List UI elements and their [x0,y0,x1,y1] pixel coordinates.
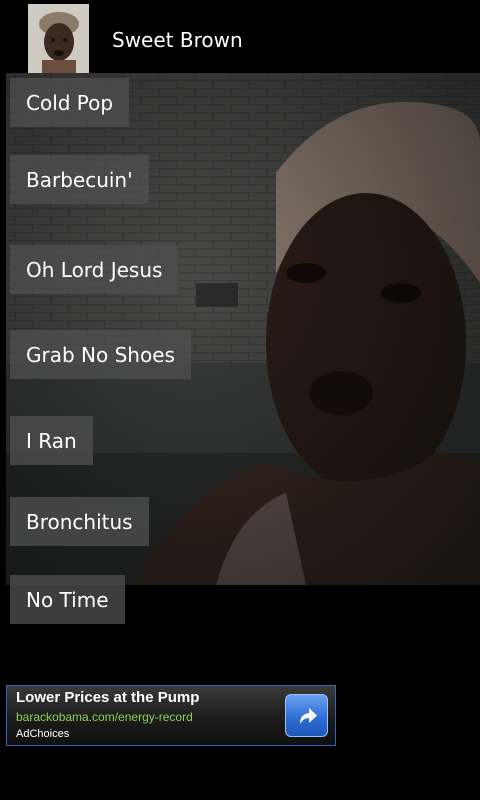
sound-button-bronchitus[interactable]: Bronchitus [10,497,149,546]
button-label: I Ran [26,428,77,453]
sound-button-no-time[interactable]: No Time [10,575,125,624]
app-title: Sweet Brown [112,28,243,52]
share-arrow-icon [299,707,317,724]
button-label: Cold Pop [26,90,114,115]
button-label: Bronchitus [26,509,133,534]
button-label: Barbecuin' [26,167,133,192]
action-bar: Sweet Brown [0,0,480,78]
ad-banner[interactable]: Lower Prices at the Pump barackobama.com… [6,685,336,746]
sound-button-oh-lord-jesus[interactable]: Oh Lord Jesus [10,245,179,294]
ad-choices-link[interactable]: AdChoices [16,728,69,740]
sound-button-i-ran[interactable]: I Ran [10,416,93,465]
button-label: Oh Lord Jesus [26,257,163,282]
button-label: No Time [26,587,109,612]
avatar-image [28,4,89,73]
sound-button-grab-no-shoes[interactable]: Grab No Shoes [10,330,191,379]
button-label: Grab No Shoes [26,342,175,367]
app-icon[interactable] [28,4,89,73]
sound-button-cold-pop[interactable]: Cold Pop [10,78,130,127]
ad-action-button[interactable] [285,694,328,737]
ad-headline: Lower Prices at the Pump [16,689,200,706]
sound-button-barbecuin[interactable]: Barbecuin' [10,155,149,204]
ad-url: barackobama.com/energy-record [16,710,193,724]
